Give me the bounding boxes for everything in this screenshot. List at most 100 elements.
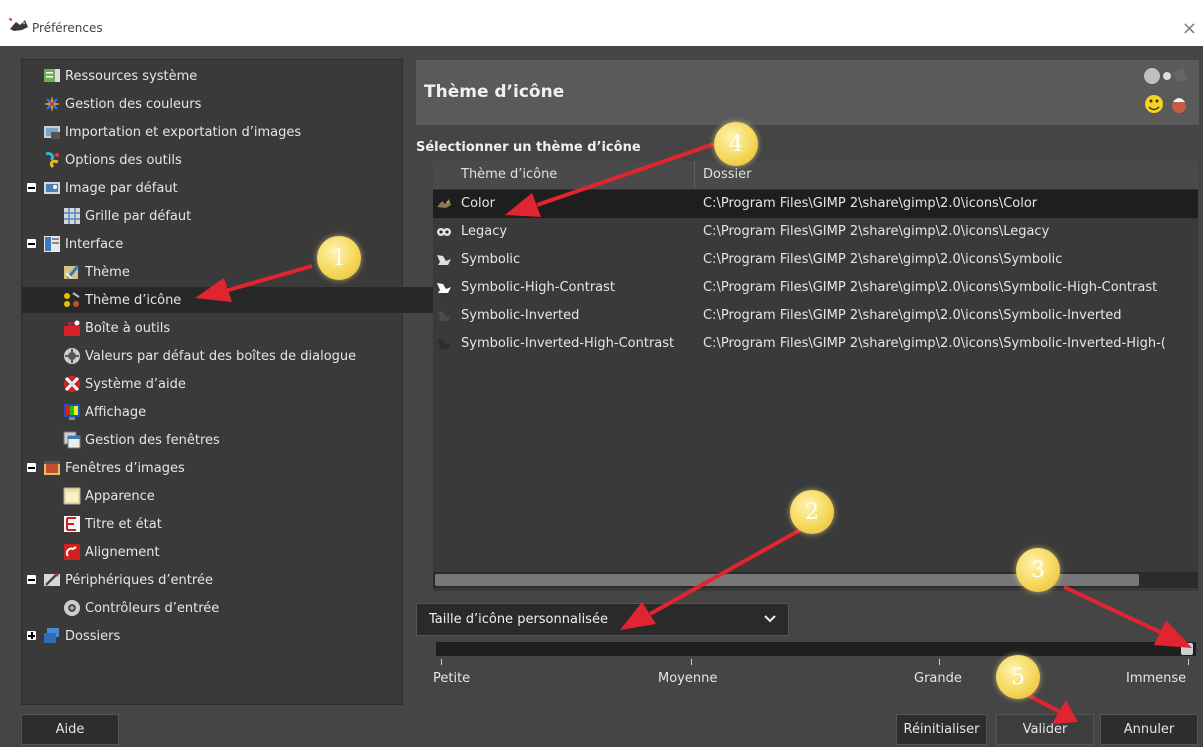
sidebar-item-label: Ressources système [65, 68, 198, 84]
sidebar-item-appearance[interactable]: Apparence [22, 483, 443, 509]
sidebar-item-snapping[interactable]: Alignement [22, 539, 443, 565]
table-row-color[interactable]: Color C:\Program Files\GIMP 2\share\gimp… [433, 190, 1198, 218]
folders-icon [44, 628, 59, 643]
theme-name: Symbolic-Inverted [461, 308, 580, 323]
image-import-export-icon [44, 126, 60, 139]
slider-tick [441, 659, 442, 665]
collapse-icon[interactable] [27, 575, 36, 584]
image-windows-icon [44, 461, 60, 475]
cancel-button[interactable]: Annuler [1100, 714, 1198, 745]
column-header-theme[interactable]: Thème d’icône [461, 167, 557, 182]
table-row-symbolic[interactable]: Symbolic C:\Program Files\GIMP 2\share\g… [433, 246, 1198, 274]
icon-size-dropdown[interactable]: Taille d’icône personnalisée [416, 603, 789, 636]
icon-theme-section-label: Sélectionner un thème d’icône [416, 140, 641, 155]
slider-tick [1188, 659, 1189, 665]
sidebar-item-interface[interactable]: Interface [22, 231, 423, 257]
tool-options-icon [45, 152, 59, 169]
table-row-symbolic-inverted-high-contrast[interactable]: Symbolic-Inverted-High-Contrast C:\Progr… [433, 330, 1198, 358]
input-controllers-icon [64, 600, 80, 616]
sidebar-item-label: Alignement [85, 544, 160, 560]
sidebar-item-label: Affichage [85, 404, 147, 420]
sidebar-item-system-resources[interactable]: Ressources système [22, 63, 423, 89]
close-icon[interactable]: × [1182, 18, 1197, 39]
collapse-icon[interactable] [27, 239, 36, 248]
sidebar-item-label: Grille par défaut [85, 208, 192, 224]
sidebar-item-help-system[interactable]: Système d’aide [22, 371, 443, 397]
slider-mark-medium: Moyenne [658, 671, 718, 686]
sidebar-item-toolbox[interactable]: Boîte à outils [22, 315, 443, 341]
slider-mark-huge: Immense [1126, 671, 1187, 686]
color-management-icon [44, 96, 60, 112]
theme-name: Symbolic-Inverted-High-Contrast [461, 336, 675, 351]
sidebar-item-import-export[interactable]: Importation et exportation d’images [22, 119, 423, 145]
sidebar-item-window-management[interactable]: Gestion des fenêtres [22, 427, 443, 453]
icon-theme-icon [64, 292, 80, 307]
icon-size-slider[interactable] [436, 642, 1196, 656]
sidebar-item-default-image[interactable]: Image par défaut [22, 175, 423, 201]
theme-folder: C:\Program Files\GIMP 2\share\gimp\2.0\i… [703, 252, 1063, 267]
theme-folder: C:\Program Files\GIMP 2\share\gimp\2.0\i… [703, 280, 1158, 295]
system-resources-icon [44, 69, 60, 82]
sidebar-item-icon-theme[interactable]: Thème d’icône [22, 287, 443, 313]
sidebar-item-label: Système d’aide [85, 376, 186, 392]
sidebar-item-folders[interactable]: Dossiers [22, 623, 423, 649]
slider-mark-large: Grande [914, 671, 962, 686]
sidebar-item-label: Contrôleurs d’entrée [85, 600, 220, 616]
theme-name: Color [461, 196, 495, 211]
sidebar-item-label: Gestion des couleurs [65, 96, 202, 112]
sidebar-item-label: Périphériques d’entrée [65, 572, 213, 588]
theme-icon [64, 265, 80, 279]
theme-name: Symbolic-High-Contrast [461, 280, 615, 295]
sidebar-item-image-windows[interactable]: Fenêtres d’images [22, 455, 423, 481]
theme-folder: C:\Program Files\GIMP 2\share\gimp\2.0\i… [703, 196, 1038, 211]
table-row-legacy[interactable]: Legacy C:\Program Files\GIMP 2\share\gim… [433, 218, 1198, 246]
help-button[interactable]: Aide [21, 714, 119, 745]
wilber-symbolic-icon [437, 255, 451, 265]
sidebar-item-tool-options[interactable]: Options des outils [22, 147, 423, 173]
sidebar-item-label: Importation et exportation d’images [65, 124, 302, 140]
sidebar-item-input-devices[interactable]: Périphériques d’entrée [22, 567, 423, 593]
sidebar-item-label: Apparence [85, 488, 155, 504]
sidebar-item-display[interactable]: Affichage [22, 399, 443, 425]
sidebar-item-label: Dossiers [65, 628, 121, 644]
toolbox-icon [64, 320, 80, 336]
collapse-icon[interactable] [27, 463, 36, 472]
sidebar-item-label: Titre et état [85, 516, 162, 532]
sidebar-item-label: Valeurs par défaut des boîtes de dialogu… [85, 348, 357, 364]
wilber-symbolic-inverted-high-contrast-icon [437, 339, 451, 349]
expand-icon[interactable] [27, 631, 36, 640]
sidebar-item-label: Interface [65, 236, 124, 252]
icon-size-dropdown-value: Taille d’icône personnalisée [429, 612, 608, 627]
dialog-defaults-icon [64, 348, 80, 364]
slider-handle[interactable] [1181, 643, 1193, 655]
column-separator[interactable] [694, 161, 695, 189]
default-grid-icon [64, 208, 80, 224]
sidebar-item-label: Image par défaut [65, 180, 178, 196]
callout-badge: 2 [790, 490, 834, 534]
sidebar-item-color-management[interactable]: Gestion des couleurs [22, 91, 423, 117]
wilber-color-icon [437, 199, 451, 208]
preferences-category-tree[interactable]: Ressources système Gestion des couleurs … [21, 59, 443, 705]
reset-button[interactable]: Réinitialiser [896, 714, 987, 745]
sidebar-item-label: Thème d’icône [85, 292, 182, 308]
sidebar-item-dialog-defaults[interactable]: Valeurs par défaut des boîtes de dialogu… [22, 343, 443, 369]
appearance-icon [63, 487, 81, 505]
help-system-icon [64, 376, 80, 392]
window-management-icon [63, 431, 81, 449]
sidebar-item-label: Gestion des fenêtres [85, 432, 220, 448]
column-header-folder[interactable]: Dossier [703, 167, 751, 182]
sidebar-item-title-status[interactable]: Titre et état [22, 511, 443, 537]
ok-button[interactable]: Valider [996, 714, 1094, 745]
horizontal-scrollbar[interactable] [433, 572, 1198, 588]
slider-tick [939, 659, 940, 665]
collapse-icon[interactable] [27, 183, 36, 192]
page-header: Thème d’icône [416, 60, 1199, 125]
sidebar-item-input-controllers[interactable]: Contrôleurs d’entrée [22, 595, 443, 621]
sidebar-item-label: Fenêtres d’images [65, 460, 185, 476]
sidebar-item-theme[interactable]: Thème [22, 259, 443, 285]
table-row-symbolic-inverted[interactable]: Symbolic-Inverted C:\Program Files\GIMP … [433, 302, 1198, 330]
sidebar-item-default-grid[interactable]: Grille par défaut [22, 203, 443, 229]
table-row-symbolic-high-contrast[interactable]: Symbolic-High-Contrast C:\Program Files\… [433, 274, 1198, 302]
callout-badge: 5 [996, 655, 1040, 699]
slider-mark-small: Petite [433, 671, 471, 686]
